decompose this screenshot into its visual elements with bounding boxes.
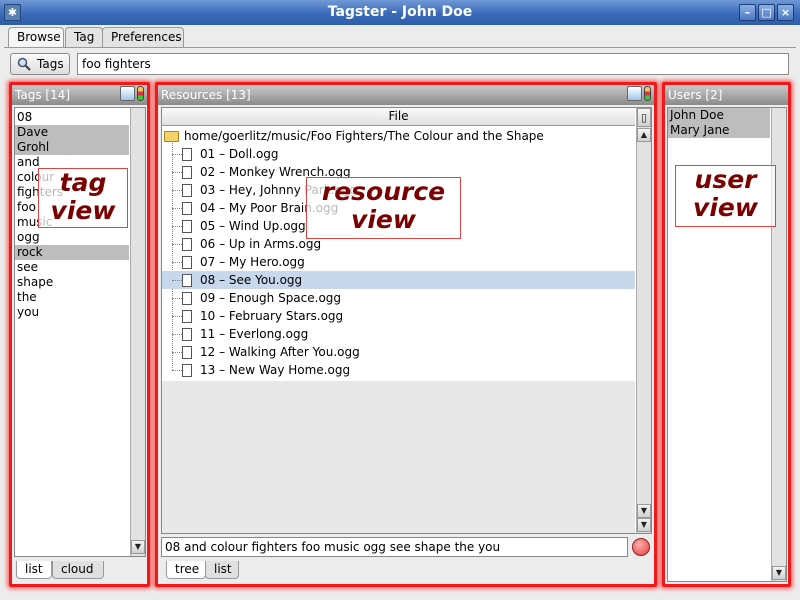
file-icon xyxy=(182,310,192,323)
file-column-header[interactable]: File xyxy=(162,108,635,126)
file-name: 01 – Doll.ogg xyxy=(200,147,279,161)
user-items: John Doe Mary Jane xyxy=(668,108,770,138)
file-icon xyxy=(182,292,192,305)
user-view-annotation: user view xyxy=(675,165,776,227)
tag-view-annotation-line: tag xyxy=(59,168,107,197)
list-item-tag[interactable]: ogg xyxy=(15,230,129,245)
tree-file-row[interactable]: 12 – Walking After You.ogg xyxy=(162,343,635,361)
file-name: 05 – Wind Up.ogg xyxy=(200,219,306,233)
file-icon xyxy=(182,202,192,215)
file-icon xyxy=(182,238,192,251)
list-item-tag[interactable]: see xyxy=(15,260,129,275)
close-button[interactable]: × xyxy=(777,4,794,21)
tag-list-scrollbar[interactable]: ▼ xyxy=(130,108,145,556)
minimize-button[interactable]: – xyxy=(739,4,756,21)
user-view-annotation-line: view xyxy=(693,193,758,222)
list-item-tag[interactable]: shape xyxy=(15,275,129,290)
tree-file-row[interactable]: 08 – See You.ogg xyxy=(162,271,635,289)
list-item-tag[interactable]: Grohl xyxy=(15,140,129,155)
title-bar: ✱ Tagster - John Doe – □ × xyxy=(0,0,800,25)
tree-file-row[interactable]: 10 – February Stars.ogg xyxy=(162,307,635,325)
file-name: 06 – Up in Arms.ogg xyxy=(200,237,322,251)
folder-path: home/goerlitz/music/Foo Fighters/The Col… xyxy=(184,129,544,143)
file-icon xyxy=(182,328,192,341)
tags-button-label: Tags xyxy=(37,57,64,71)
status-light-icon xyxy=(137,86,144,101)
resource-tags-field[interactable]: 08 and colour fighters foo music ogg see… xyxy=(161,537,628,557)
list-item-tag[interactable]: Dave xyxy=(15,125,129,140)
tag-panel-title: Tags [14] xyxy=(15,88,71,102)
tab-tag[interactable]: Tag xyxy=(65,27,103,47)
user-view-annotation-line: user xyxy=(694,165,757,194)
file-icon xyxy=(182,166,192,179)
resource-view-annotation-line: view xyxy=(351,205,416,234)
list-item-user[interactable]: Mary Jane xyxy=(668,123,770,138)
image-icon[interactable] xyxy=(627,86,642,101)
list-item-tag[interactable]: you xyxy=(15,305,129,320)
tree-file-row[interactable]: 11 – Everlong.ogg xyxy=(162,325,635,343)
file-name: 13 – New Way Home.ogg xyxy=(200,363,351,377)
tree-folder-row[interactable]: home/goerlitz/music/Foo Fighters/The Col… xyxy=(162,127,635,145)
tag-view-annotation: tag view xyxy=(38,168,128,228)
resource-view-annotation: resource view xyxy=(306,177,461,239)
tags-search-button[interactable]: Tags xyxy=(10,53,70,75)
tab-tag-list[interactable]: list xyxy=(16,561,52,579)
user-panel-header: Users [2] xyxy=(665,85,788,105)
file-icon xyxy=(182,256,192,269)
clear-round-icon[interactable] xyxy=(632,538,650,556)
magnifier-icon xyxy=(17,57,31,71)
file-name: 09 – Enough Space.ogg xyxy=(200,291,342,305)
file-icon xyxy=(182,184,192,197)
folder-open-icon xyxy=(164,131,179,142)
tag-view-annotation-line: view xyxy=(50,196,116,225)
resource-tree[interactable]: File home/goerlitz/music/Foo Fighters/Th… xyxy=(161,107,652,534)
tree-body: home/goerlitz/music/Foo Fighters/The Col… xyxy=(162,127,635,381)
scroll-down-button[interactable]: ▼ xyxy=(131,540,145,554)
tag-panel-header: Tags [14] xyxy=(12,85,147,105)
scroll-down-button[interactable]: ▼ xyxy=(772,566,786,580)
window-title: Tagster - John Doe xyxy=(327,4,473,20)
maximize-button[interactable]: □ xyxy=(758,4,775,21)
file-icon xyxy=(182,148,192,161)
list-item-user[interactable]: John Doe xyxy=(668,108,770,123)
list-item-tag[interactable]: 08 xyxy=(15,110,129,125)
tree-file-row[interactable]: 07 – My Hero.ogg xyxy=(162,253,635,271)
file-icon xyxy=(182,346,192,359)
resource-view-annotation-line: resource xyxy=(321,177,446,206)
user-panel-title: Users [2] xyxy=(668,88,723,102)
status-light-icon xyxy=(644,86,651,101)
tree-empty-area xyxy=(162,381,635,533)
resource-panel-title: Resources [13] xyxy=(161,88,251,102)
tab-preferences[interactable]: Preferences xyxy=(102,27,184,47)
file-icon xyxy=(182,364,192,377)
file-icon xyxy=(182,220,192,233)
resource-panel: Resources [13] File home/goerlitz/music/… xyxy=(155,82,657,587)
tab-resource-tree[interactable]: tree xyxy=(166,561,206,579)
list-item-tag[interactable]: the xyxy=(15,290,129,305)
file-name: 11 – Everlong.ogg xyxy=(200,327,309,341)
file-name: 07 – My Hero.ogg xyxy=(200,255,305,269)
scroll-down-button[interactable]: ▼ xyxy=(637,504,651,518)
list-item-tag[interactable]: rock xyxy=(15,245,129,260)
tab-divider xyxy=(4,47,796,48)
scroll-up-button[interactable]: ▲ xyxy=(637,128,651,142)
tree-file-row[interactable]: 13 – New Way Home.ogg xyxy=(162,361,635,379)
tag-search-input[interactable] xyxy=(77,53,789,75)
file-name: 12 – Walking After You.ogg xyxy=(200,345,360,359)
image-icon[interactable] xyxy=(120,86,135,101)
resource-scrollbar[interactable]: ▯ ▲ ▼ ▼ xyxy=(636,108,651,533)
tab-browse[interactable]: Browse xyxy=(8,27,64,48)
tab-tag-cloud[interactable]: cloud xyxy=(52,561,104,579)
file-name: 10 – February Stars.ogg xyxy=(200,309,344,323)
user-panel: Users [2] John Doe Mary Jane ▼ xyxy=(662,82,791,587)
resource-panel-header: Resources [13] xyxy=(158,85,654,105)
tag-panel: Tags [14] 08DaveGrohlandcolourfightersfo… xyxy=(9,82,150,587)
tab-resource-list[interactable]: list xyxy=(205,561,239,579)
scroll-end-button[interactable]: ▼ xyxy=(637,518,651,532)
column-options-icon[interactable]: ▯ xyxy=(637,108,651,127)
file-icon xyxy=(182,274,192,287)
tree-file-row[interactable]: 09 – Enough Space.ogg xyxy=(162,289,635,307)
tree-file-row[interactable]: 01 – Doll.ogg xyxy=(162,145,635,163)
file-name: 08 – See You.ogg xyxy=(200,273,303,287)
